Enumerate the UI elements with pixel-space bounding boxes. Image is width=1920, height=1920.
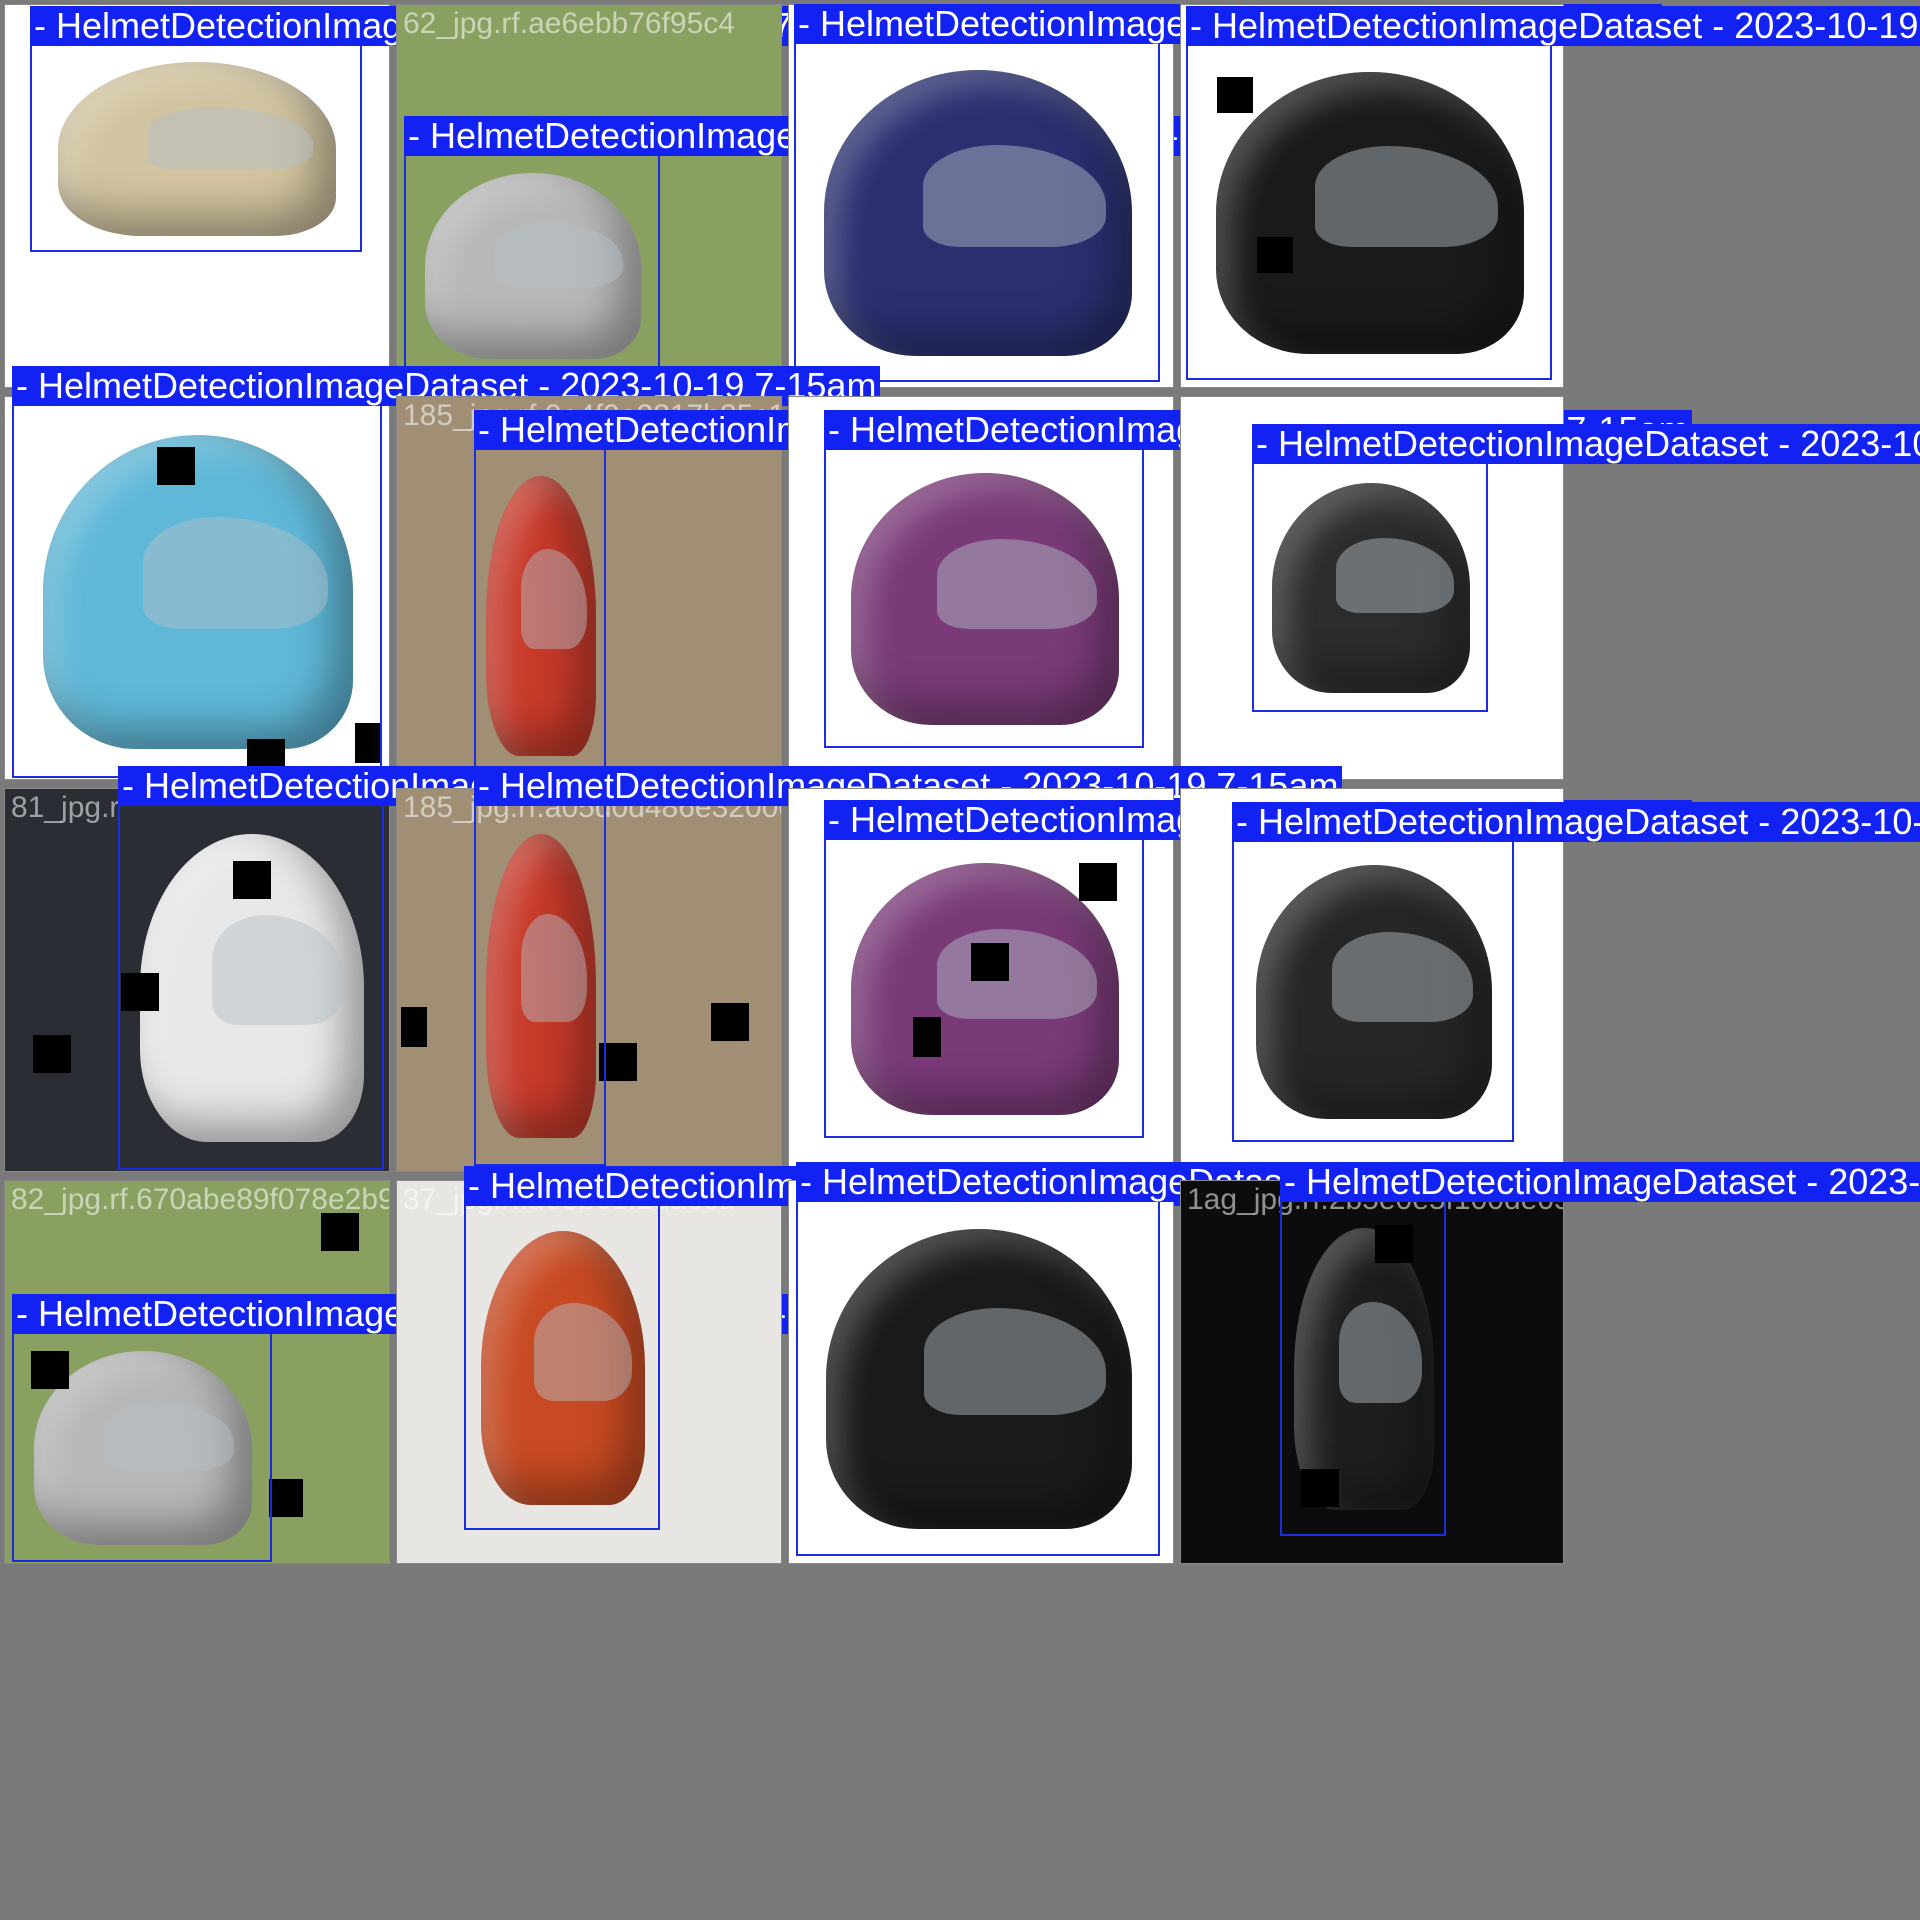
mosaic-mask-square [711, 1003, 749, 1041]
mosaic-mask-square [321, 1213, 359, 1251]
mosaic-mask-square [401, 1007, 427, 1047]
helmet-bounding-box [1280, 1200, 1446, 1536]
helmet-bounding-box [12, 404, 382, 778]
helmet-bounding-box [12, 1332, 272, 1562]
helmet-bounding-box [1252, 462, 1488, 712]
helmet-bounding-box [118, 804, 384, 1170]
mosaic-mask-square [269, 1479, 303, 1517]
helmet-bounding-box [794, 42, 1160, 382]
helmet-bounding-box [1186, 44, 1552, 380]
helmet-bounding-box [464, 1204, 660, 1530]
detection-label: - HelmetDetectionImageDataset - 2023-10-… [1186, 6, 1920, 46]
helmet-bounding-box [1232, 840, 1514, 1142]
detection-label: - HelmetDetectionImageDataset - 2023-10-… [1280, 1162, 1920, 1202]
helmet-bounding-box [824, 838, 1144, 1138]
detection-label: - HelmetDetectionImageDataset - 2023-10-… [1252, 424, 1920, 464]
helmet-bounding-box [404, 154, 660, 376]
helmet-bounding-box [474, 804, 606, 1166]
helmet-bounding-box [30, 44, 362, 252]
helmet-bounding-box [796, 1200, 1160, 1556]
helmet-bounding-box [474, 448, 606, 782]
detection-label: - HelmetDetectionImageDataset - 2023-10-… [1232, 802, 1920, 842]
helmet-bounding-box [824, 448, 1144, 748]
detection-mosaic: 800px-Ops-Core_FAST_helm- HelmetDetectio… [0, 0, 1920, 1920]
mosaic-mask-square [33, 1035, 71, 1073]
